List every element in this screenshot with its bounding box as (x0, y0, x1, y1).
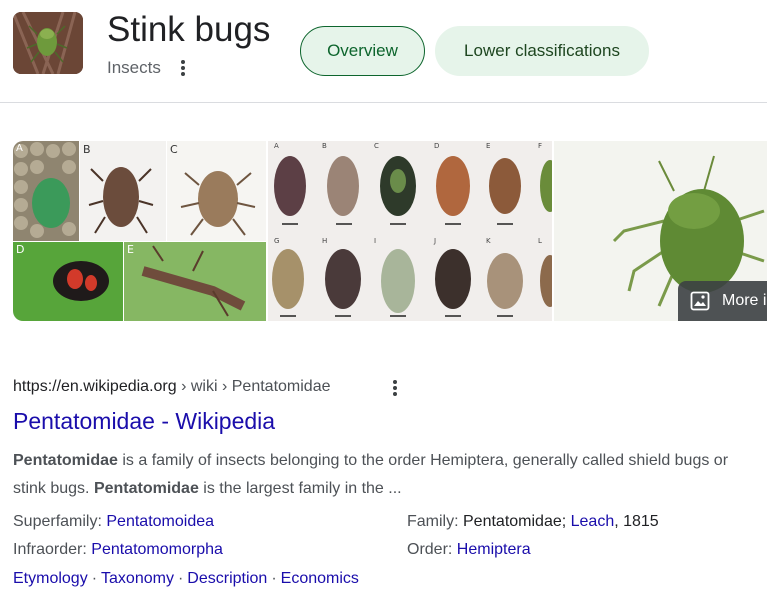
image-icon (690, 291, 710, 311)
fact-family-year: , 1815 (614, 513, 659, 530)
snippet-text-2: is the largest family in the ... (198, 480, 402, 497)
plate-letter-j: J (433, 237, 436, 245)
infraorder-link[interactable]: Pentatomomorpha (91, 541, 223, 558)
image-strip: A B C D E A B C D E F G H I J K L (13, 141, 767, 321)
fact-order: Order: Hemiptera (407, 536, 531, 564)
image-specimen-plate[interactable]: A B C D E F G H I J K L (268, 141, 552, 321)
fact-infraorder-label: Infraorder: (13, 541, 92, 558)
result-url[interactable]: https://en.wikipedia.org › wiki › Pentat… (13, 378, 331, 396)
fact-infraorder: Infraorder: Pentatomomorpha (13, 536, 223, 564)
more-images-label: More i (722, 292, 767, 309)
fact-family-label: Family: (407, 513, 463, 530)
fact-superfamily: Superfamily: Pentatomoidea (13, 508, 214, 536)
result-options-icon[interactable] (388, 378, 402, 398)
entity-title: Stink bugs (107, 10, 271, 49)
sitelink-etymology[interactable]: Etymology (13, 570, 88, 587)
result-sitelinks: Etymology · Taxonomy · Description · Economics (13, 570, 359, 588)
stink-bug-thumbnail[interactable] (13, 12, 83, 74)
panel-letter-e: E (127, 243, 134, 256)
result-title-link[interactable]: Pentatomidae - Wikipedia (13, 408, 275, 435)
plate-letter-e: E (486, 142, 490, 150)
result-breadcrumb: › wiki › Pentatomidae (176, 378, 331, 395)
panel-letter-d: D (16, 243, 24, 256)
plate-letter-i: I (374, 237, 376, 245)
plate-letter-l: L (538, 237, 542, 245)
plate-letter-g: G (274, 237, 279, 245)
fact-superfamily-label: Superfamily: (13, 513, 107, 530)
plate-letter-h: H (322, 237, 327, 245)
fact-family-value: Pentatomidae; (463, 513, 571, 530)
fact-order-label: Order: (407, 541, 457, 558)
tab-lower-classifications[interactable]: Lower classifications (435, 26, 649, 76)
more-options-icon[interactable] (176, 58, 190, 78)
panel-letter-a: A (16, 143, 23, 154)
snippet-highlight-1: Pentatomidae (13, 452, 118, 469)
sitelink-taxonomy[interactable]: Taxonomy (101, 570, 174, 587)
result-domain: https://en.wikipedia.org (13, 378, 177, 395)
sitelink-separator: · (91, 570, 98, 587)
fact-family: Family: Pentatomidae; Leach, 1815 (407, 508, 659, 536)
plate-letter-f: F (538, 142, 542, 150)
family-authority-link[interactable]: Leach (571, 513, 615, 530)
image-collage-stink-bugs[interactable]: A B C D E (13, 141, 266, 321)
plate-letter-d: D (434, 142, 439, 150)
sitelink-economics[interactable]: Economics (281, 570, 359, 587)
plate-letter-a: A (274, 142, 279, 150)
sitelink-separator: · (271, 570, 277, 587)
knowledge-header: Stink bugs Insects Overview Lower classi… (0, 0, 767, 103)
entity-subtitle: Insects (107, 58, 161, 77)
snippet-highlight-2: Pentatomidae (93, 480, 199, 497)
plate-letter-c: C (374, 142, 379, 150)
sitelink-description[interactable]: Description (187, 570, 267, 587)
plate-letter-k: K (486, 237, 491, 245)
more-images-button[interactable]: More i (678, 281, 767, 321)
sitelink-separator: · (177, 570, 184, 587)
order-link[interactable]: Hemiptera (457, 541, 531, 558)
superfamily-link[interactable]: Pentatomoidea (106, 513, 214, 530)
result-snippet: Pentatomidae is a family of insects belo… (13, 447, 743, 503)
plate-letter-b: B (322, 142, 327, 150)
tab-overview[interactable]: Overview (300, 26, 425, 76)
panel-letter-c: C (170, 143, 178, 156)
panel-letter-b: B (83, 143, 91, 156)
